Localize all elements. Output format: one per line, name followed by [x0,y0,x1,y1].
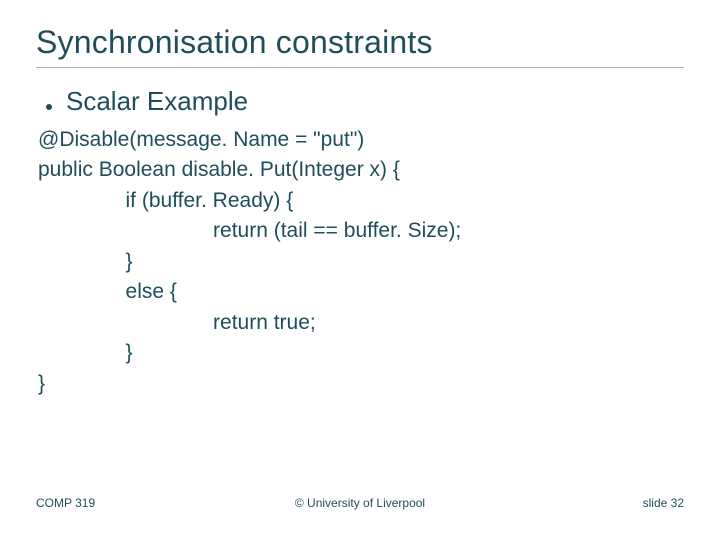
code-line: @Disable(message. Name = "put") [38,128,364,151]
code-line: } [38,372,45,395]
divider [36,67,684,68]
page-title: Synchronisation constraints [36,24,684,61]
bullet-text: Scalar Example [66,86,248,117]
bullet-dot-icon [46,104,52,110]
footer-center: © University of Liverpool [36,496,684,510]
code-line: if (buffer. Ready) { [38,189,293,212]
code-line: return true; [38,311,316,334]
footer: COMP 319 © University of Liverpool slide… [36,496,684,510]
code-line: } [38,250,133,273]
code-line: else { [38,280,177,303]
bullet-item: Scalar Example [46,86,684,117]
slide: Synchronisation constraints Scalar Examp… [0,0,720,540]
code-line: public Boolean disable. Put(Integer x) { [38,158,400,181]
code-block: @Disable(message. Name = "put") public B… [38,125,684,399]
code-line: } [38,341,133,364]
code-line: return (tail == buffer. Size); [38,219,461,242]
